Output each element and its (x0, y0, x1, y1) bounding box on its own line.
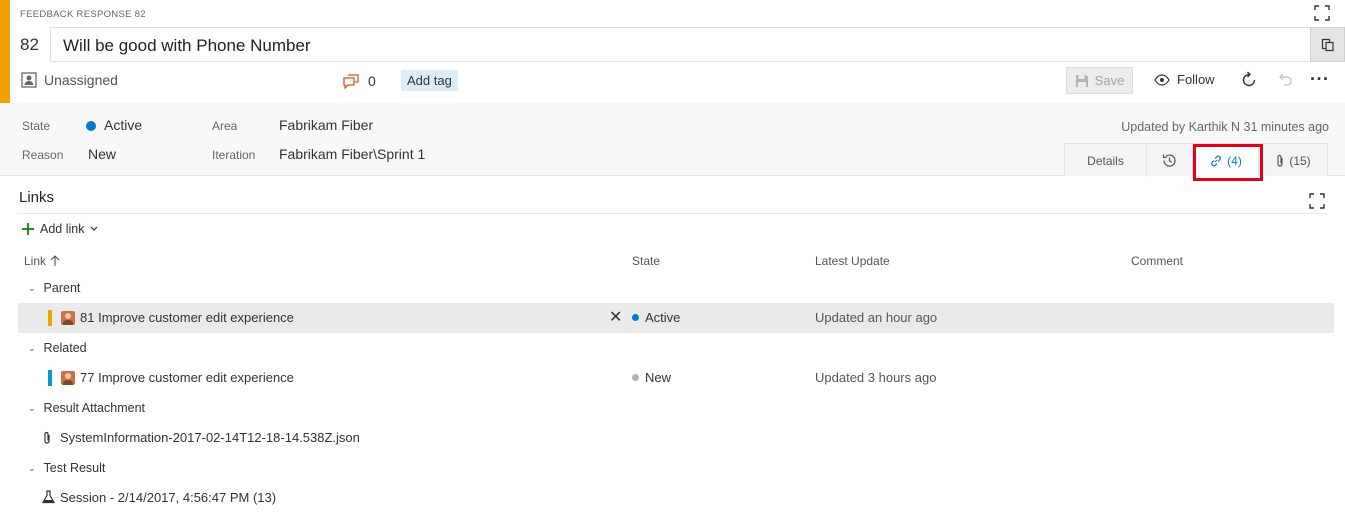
comment-icon (343, 73, 359, 89)
group-result-attachment[interactable]: ⌄ Result Attachment (28, 401, 145, 415)
add-link-button[interactable]: Add link (22, 222, 98, 236)
updated-by-text[interactable]: Updated by Karthik N 31 minutes ago (1121, 120, 1329, 134)
chevron-down-icon: ⌄ (28, 462, 36, 473)
attachment-name[interactable]: SystemInformation-2017-02-14T12-18-14.53… (60, 430, 360, 445)
state-field[interactable]: Active (86, 117, 142, 133)
group-label: Test Result (43, 461, 106, 475)
chevron-down-icon: ⌄ (28, 282, 36, 293)
link-id: 77 (80, 370, 95, 385)
title-input[interactable]: Will be good with Phone Number (50, 27, 1340, 62)
area-label: Area (212, 119, 238, 133)
copy-button[interactable] (1310, 27, 1345, 62)
link-title[interactable]: 81 Improve customer edit experience (80, 310, 294, 325)
follow-button[interactable]: Follow (1154, 72, 1215, 87)
link-state-label: New (645, 370, 672, 385)
eye-icon (1154, 73, 1170, 86)
link-state-label: Active (645, 310, 681, 325)
group-parent[interactable]: ⌄ Parent (28, 281, 80, 295)
test-session-name[interactable]: Session - 2/14/2017, 4:56:47 PM (13) (60, 490, 276, 505)
links-heading: Links (19, 189, 55, 206)
links-tab-highlight (1193, 144, 1263, 181)
reason-label: Reason (22, 148, 64, 162)
plus-icon (22, 223, 34, 235)
add-tag-button[interactable]: Add tag (401, 70, 458, 91)
paperclip-icon (44, 431, 50, 444)
tab-history[interactable] (1147, 144, 1193, 177)
state-value: Active (104, 117, 143, 133)
link-latest-update: Updated 3 hours ago (815, 370, 937, 385)
chevron-down-icon (91, 226, 98, 231)
work-item-type-accent-bar (0, 0, 10, 103)
avatar (61, 311, 75, 325)
links-fullscreen-icon[interactable] (1309, 193, 1325, 209)
refresh-icon[interactable] (1240, 71, 1258, 89)
link-id: 81 (80, 310, 95, 325)
chevron-down-icon: ⌄ (28, 342, 36, 353)
work-item-color-strip (48, 310, 52, 326)
column-header-comment[interactable]: Comment (1131, 254, 1183, 268)
group-related[interactable]: ⌄ Related (28, 341, 87, 355)
link-state: New (632, 370, 671, 385)
add-link-label: Add link (40, 222, 85, 236)
undo-icon[interactable] (1276, 71, 1294, 89)
save-button[interactable]: Save (1066, 67, 1133, 94)
meta-row: Unassigned 0 Add tag Save Follow ··· (10, 65, 1345, 97)
state-label: State (22, 119, 51, 133)
group-test-result[interactable]: ⌄ Test Result (28, 461, 105, 475)
link-name: Improve customer edit experience (98, 370, 294, 385)
link-title[interactable]: 77 Improve customer edit experience (80, 370, 294, 385)
links-divider (18, 213, 1328, 214)
title-row: 82 Will be good with Phone Number (10, 27, 1345, 62)
copy-icon (1321, 38, 1334, 51)
chevron-down-icon: ⌄ (28, 402, 36, 413)
link-state: Active (632, 310, 680, 325)
link-row-attachment[interactable]: SystemInformation-2017-02-14T12-18-14.53… (18, 423, 1334, 453)
comment-count: 0 (368, 73, 376, 89)
column-link-label: Link (24, 254, 47, 268)
column-header-link[interactable]: Link (24, 254, 60, 268)
assignee-name: Unassigned (44, 72, 118, 88)
sort-ascending-icon (50, 255, 60, 266)
column-header-state[interactable]: State (632, 254, 660, 268)
reason-field[interactable]: New (88, 146, 116, 162)
save-label: Save (1094, 73, 1125, 88)
link-name: Improve customer edit experience (98, 310, 294, 325)
paperclip-icon (1277, 154, 1283, 167)
avatar (61, 371, 75, 385)
link-row-parent[interactable]: 81 Improve customer edit experience ✕ Ac… (18, 303, 1334, 333)
state-dot (632, 374, 639, 381)
save-icon (1075, 74, 1088, 87)
state-dot (86, 121, 96, 131)
follow-label: Follow (1177, 72, 1215, 87)
link-row-test-result[interactable]: Session - 2/14/2017, 4:56:47 PM (13) (18, 483, 1334, 513)
work-item-color-strip (48, 370, 52, 386)
column-header-latest-update[interactable]: Latest Update (815, 254, 890, 268)
attachments-count: (15) (1289, 153, 1311, 168)
iteration-label: Iteration (212, 148, 256, 162)
group-label: Parent (43, 281, 81, 295)
unassigned-avatar-icon (21, 72, 37, 88)
fields-panel: State Active Reason New Area Fabrikam Fi… (0, 103, 1345, 177)
iteration-field[interactable]: Fabrikam Fiber\Sprint 1 (279, 146, 425, 162)
title-text: Will be good with Phone Number (63, 36, 311, 55)
state-dot (632, 314, 639, 321)
work-item-type-label: FEEDBACK RESPONSE 82 (20, 9, 146, 20)
tab-details[interactable]: Details (1065, 144, 1147, 177)
remove-link-icon[interactable]: ✕ (609, 307, 622, 327)
link-row-related[interactable]: 77 Improve customer edit experience New … (18, 363, 1334, 393)
history-icon (1162, 154, 1176, 167)
beaker-icon (42, 490, 55, 504)
group-label: Related (43, 341, 87, 355)
link-latest-update: Updated an hour ago (815, 310, 938, 325)
area-field[interactable]: Fabrikam Fiber (279, 117, 373, 133)
work-item-id: 82 (20, 35, 39, 54)
more-actions-icon[interactable]: ··· (1310, 69, 1329, 90)
tab-attachments[interactable]: (15) (1259, 144, 1327, 177)
group-label: Result Attachment (43, 401, 145, 415)
discussion-count[interactable]: 0 (343, 73, 376, 89)
fullscreen-icon[interactable] (1314, 5, 1330, 21)
assignee-picker[interactable]: Unassigned (21, 72, 118, 88)
